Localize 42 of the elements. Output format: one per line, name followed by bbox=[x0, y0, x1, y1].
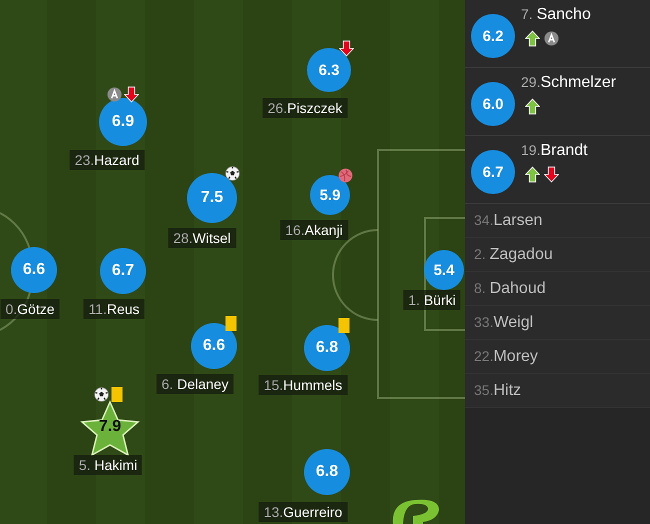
substitute-row[interactable]: 6.7 19.Brandt bbox=[465, 136, 650, 204]
player-name: 7. Sancho bbox=[521, 6, 591, 24]
player-label[interactable]: 1. Bürki bbox=[403, 290, 461, 310]
substitute-row[interactable]: 6.0 29.Schmelzer bbox=[465, 68, 650, 136]
player-name: 29.Schmelzer bbox=[521, 74, 616, 92]
unused-substitute-row[interactable]: 35.Hitz bbox=[465, 374, 650, 408]
unused-substitute-row[interactable]: 2. Zagadou bbox=[465, 238, 650, 272]
booking-card-icon bbox=[111, 386, 123, 403]
player-label[interactable]: 28.Witsel bbox=[168, 228, 236, 248]
player-rating: 6.7 bbox=[471, 150, 515, 194]
unused-substitute-row[interactable]: 8. Dahoud bbox=[465, 272, 650, 306]
player-label[interactable]: 5. Hakimi bbox=[74, 455, 142, 475]
player-label[interactable]: 23.Hazard bbox=[70, 150, 144, 170]
ball-icon bbox=[94, 386, 109, 403]
assist-icon bbox=[544, 30, 559, 47]
player-name: 19.Brandt bbox=[521, 142, 588, 160]
star-rating-badge bbox=[80, 400, 140, 456]
player-label[interactable]: 16.Akanji bbox=[280, 220, 348, 240]
up-arrow-icon bbox=[525, 98, 540, 115]
unused-substitute-row[interactable]: 22.Morey bbox=[465, 340, 650, 374]
substitute-row[interactable]: 6.2 7. Sancho bbox=[465, 0, 650, 68]
booking-card-icon bbox=[225, 315, 237, 332]
up-arrow-icon bbox=[525, 30, 540, 47]
ball-icon bbox=[338, 167, 353, 184]
player-rating: 7.9 bbox=[98, 418, 122, 436]
player-label[interactable]: 6. Delaney bbox=[156, 374, 234, 394]
player-label[interactable]: 0.Götze bbox=[0, 299, 60, 319]
player-rating: 6.0 bbox=[471, 82, 515, 126]
booking-card-icon bbox=[338, 317, 350, 334]
player-rating: 6.2 bbox=[471, 14, 515, 58]
player-label[interactable]: 15.Hummels bbox=[258, 375, 348, 395]
ball-icon bbox=[225, 165, 240, 182]
down-arrow-icon bbox=[124, 86, 139, 103]
unused-substitute-row[interactable]: 34.Larsen bbox=[465, 204, 650, 238]
unused-substitute-row[interactable]: 33.Weigl bbox=[465, 306, 650, 340]
up-arrow-icon bbox=[525, 166, 540, 183]
down-arrow-icon bbox=[544, 166, 559, 183]
assist-icon bbox=[107, 86, 122, 103]
player-label[interactable]: 26.Piszczek bbox=[262, 98, 348, 118]
player-label[interactable]: 13.Guerreiro bbox=[258, 502, 348, 522]
player-label[interactable]: 11.Reus bbox=[83, 299, 145, 319]
down-arrow-icon bbox=[339, 40, 354, 57]
